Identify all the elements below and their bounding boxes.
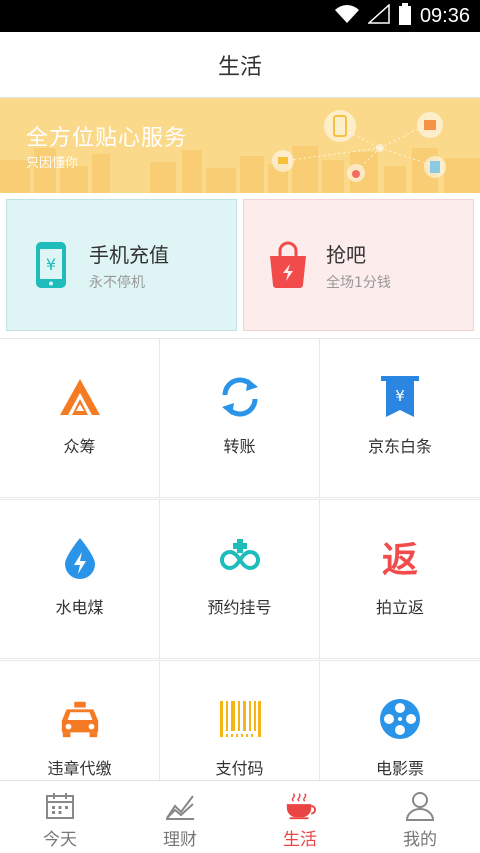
signal-icon	[366, 3, 390, 28]
promo-name: 手机充值	[89, 242, 169, 267]
service-label: 水电煤	[55, 598, 104, 617]
bottom-tab-bar: 今天 理财 生活 我的	[0, 780, 480, 853]
mobile-recharge-card[interactable]: ¥ 手机充值 永不停机	[6, 199, 237, 331]
calendar-icon	[44, 791, 76, 821]
svg-text:¥: ¥	[395, 387, 405, 405]
banner-headline: 全方位贴心服务	[26, 126, 188, 151]
svg-text:¥: ¥	[46, 255, 56, 274]
service-baitiao[interactable]: ¥ 京东白条	[320, 338, 480, 498]
service-crowdfunding[interactable]: 众筹	[0, 338, 160, 498]
service-label: 拍立返	[375, 598, 424, 617]
service-label: 预约挂号	[207, 598, 272, 617]
status-time: 09:36	[419, 4, 470, 27]
shopping-bag-icon	[268, 240, 308, 290]
promo-name: 抢吧	[326, 242, 366, 267]
chart-icon	[164, 791, 196, 821]
tab-finance[interactable]: 理财	[120, 781, 240, 853]
promo-desc: 全场1分钱	[326, 274, 391, 291]
service-transfer[interactable]: 转账	[160, 338, 320, 498]
status-bar: 09:36	[0, 0, 480, 32]
film-reel-icon	[378, 697, 422, 741]
phone-yen-icon: ¥	[31, 240, 71, 290]
service-appointment[interactable]: 预约挂号	[160, 499, 320, 659]
banner-subtitle: 只因懂你	[26, 156, 79, 171]
cashback-icon: 返	[378, 536, 422, 580]
medical-appointment-icon	[218, 536, 262, 580]
tab-life[interactable]: 生活	[240, 781, 360, 853]
wifi-icon	[334, 4, 360, 28]
page-title: 生活	[217, 54, 262, 80]
service-label: 转账	[223, 437, 256, 456]
promo-row: ¥ 手机充值 永不停机 抢吧 全场1分钱	[0, 193, 480, 338]
promo-banner[interactable]: 全方位贴心服务 只因懂你	[0, 98, 480, 193]
tab-mine[interactable]: 我的	[360, 781, 480, 853]
svg-text:返: 返	[382, 540, 418, 580]
services-grid: 众筹 转账 ¥ 京东白条 水电煤 预约挂号 返 拍立返 违章代缴 支付码 电影票	[0, 338, 480, 820]
crowdfunding-icon	[58, 375, 102, 419]
user-icon	[404, 791, 436, 821]
battery-icon	[398, 3, 412, 29]
service-label: 支付码	[215, 759, 264, 778]
barcode-icon	[218, 697, 262, 741]
water-drop-icon	[58, 536, 102, 580]
service-cashback[interactable]: 返 拍立返	[320, 499, 480, 659]
tab-today[interactable]: 今天	[0, 781, 120, 853]
service-label: 众筹	[63, 437, 96, 456]
tab-label: 今天	[43, 830, 77, 850]
service-label: 违章代缴	[47, 759, 112, 778]
page-header: 生活	[0, 32, 480, 98]
coffee-cup-icon	[284, 791, 316, 821]
qiangba-card[interactable]: 抢吧 全场1分钱	[243, 199, 474, 331]
promo-desc: 永不停机	[89, 274, 145, 291]
service-utilities[interactable]: 水电煤	[0, 499, 160, 659]
tab-label: 理财	[163, 830, 197, 850]
service-label: 京东白条	[367, 437, 432, 456]
taxi-icon	[58, 697, 102, 741]
baitiao-icon: ¥	[378, 375, 422, 419]
tab-label: 我的	[403, 830, 437, 850]
service-label: 电影票	[375, 759, 424, 778]
tab-label: 生活	[283, 830, 317, 850]
transfer-icon	[218, 375, 262, 419]
